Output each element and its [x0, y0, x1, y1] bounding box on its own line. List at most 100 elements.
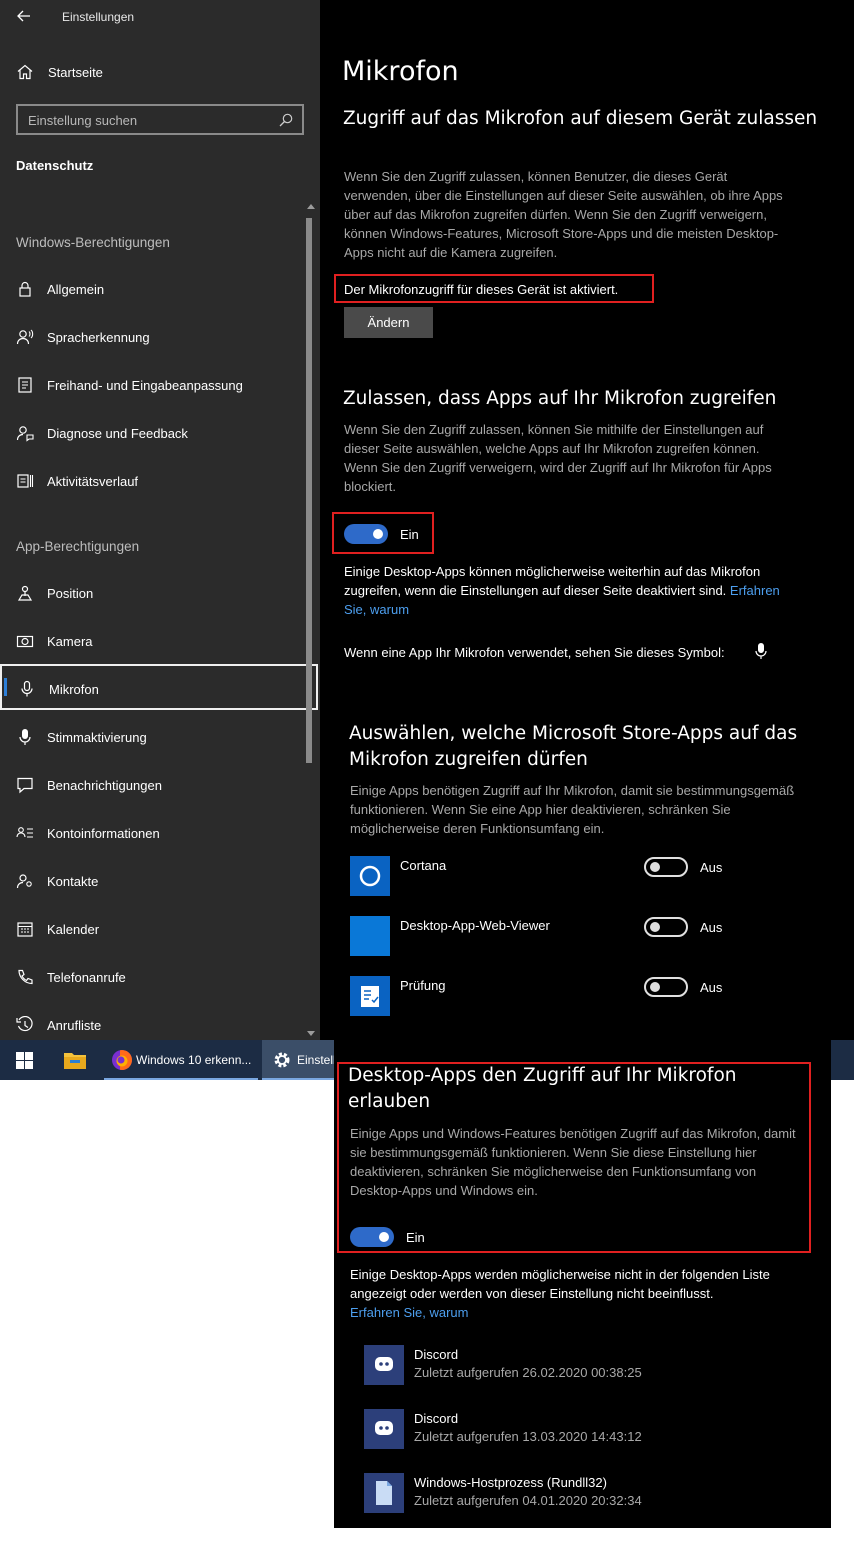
- sidebar-item-position[interactable]: Position: [0, 570, 318, 616]
- sidebar-item-kalender[interactable]: Kalender: [0, 906, 318, 952]
- firefox-taskbar-button[interactable]: Windows 10 erkenn...: [104, 1040, 258, 1080]
- settings-taskbar-button[interactable]: Einstell: [262, 1040, 336, 1080]
- file-explorer-icon: [64, 1053, 86, 1069]
- device-access-status: Der Mikrofonzugriff für dieses Gerät ist…: [344, 282, 619, 297]
- desktop-app-last-access: Zuletzt aufgerufen 26.02.2020 00:38:25: [414, 1365, 642, 1380]
- history-icon: [16, 472, 34, 490]
- account-info-icon: [16, 824, 34, 842]
- sidebar-item-label: Allgemein: [47, 282, 105, 297]
- pen-input-icon: [16, 376, 34, 394]
- sidebar-item-spracherkennung[interactable]: Spracherkennung: [0, 314, 318, 360]
- sidebar-item-stimmaktivierung[interactable]: Stimmaktivierung: [0, 714, 318, 760]
- sidebar-item-freihand[interactable]: Freihand- und Eingabeanpassung: [0, 362, 318, 408]
- notification-icon: [16, 776, 34, 794]
- sidebar-item-kontakte[interactable]: Kontakte: [0, 858, 318, 904]
- change-button[interactable]: Ändern: [344, 307, 433, 338]
- sidebar-item-label: Position: [47, 586, 94, 601]
- back-arrow-icon: [17, 10, 30, 22]
- store-app-toggle-label: Aus: [700, 860, 723, 875]
- file-explorer-button[interactable]: [52, 1040, 98, 1080]
- microphone-indicator-icon: [754, 642, 768, 660]
- app-access-note-text: Einige Desktop-Apps können möglicherweis…: [344, 564, 761, 598]
- desktop-app-name: Discord: [414, 1347, 459, 1362]
- document-icon: [364, 1473, 404, 1513]
- discord-icon: [364, 1409, 404, 1449]
- cortana-toggle[interactable]: [644, 857, 688, 877]
- scroll-down-arrow-icon[interactable]: [307, 1031, 315, 1036]
- discord-icon: [364, 1345, 404, 1385]
- store-app-name: Cortana: [400, 858, 447, 873]
- device-access-heading: Zugriff auf das Mikrofon auf diesem Gerä…: [343, 108, 818, 129]
- desktop-apps-toggle[interactable]: [350, 1227, 394, 1247]
- app-access-description: Wenn Sie den Zugriff zulassen, können Si…: [344, 422, 772, 494]
- web-viewer-icon: [350, 916, 390, 956]
- scrollbar-thumb[interactable]: [306, 218, 312, 763]
- call-history-icon: [16, 1015, 34, 1034]
- cortana-icon: [350, 856, 390, 896]
- desktop-app-last-access: Zuletzt aufgerufen 13.03.2020 14:43:12: [414, 1429, 642, 1444]
- window-title: Einstellungen: [62, 10, 135, 24]
- page-title: Mikrofon: [342, 56, 459, 87]
- store-app-name: Desktop-App-Web-Viewer: [400, 918, 550, 933]
- settings-search[interactable]: [16, 104, 304, 135]
- desktop-apps-heading: Desktop-Apps den Zugriff auf Ihr Mikrofo…: [348, 1065, 737, 1112]
- firefox-taskbar-label: Windows 10 erkenn...: [136, 1053, 252, 1067]
- sidebar-item-anrufliste[interactable]: Anrufliste: [0, 1002, 318, 1040]
- desktop-apps-toggle-label: Ein: [406, 1230, 425, 1245]
- sidebar-item-telefonanrufe[interactable]: Telefonanrufe: [0, 954, 318, 1000]
- pruefung-toggle[interactable]: [644, 977, 688, 997]
- sidebar-item-label: Stimmaktivierung: [47, 730, 147, 745]
- settings-sidebar: Einstellungen Startseite Datenschutz Win…: [0, 0, 320, 1040]
- start-button[interactable]: [0, 1040, 48, 1080]
- sidebar-scrollbar[interactable]: [304, 200, 318, 1040]
- web-viewer-toggle[interactable]: [644, 917, 688, 937]
- app-access-toggle-label: Ein: [400, 527, 419, 542]
- desktop-apps-note: Einige Desktop-Apps werden möglicherweis…: [350, 1265, 790, 1322]
- calendar-icon: [16, 920, 34, 938]
- scroll-up-arrow-icon[interactable]: [307, 204, 315, 209]
- store-apps-heading: Auswählen, welche Microsoft Store-Apps a…: [349, 723, 798, 770]
- sidebar-item-label: Anrufliste: [47, 1018, 102, 1033]
- store-app-toggle-label: Aus: [700, 980, 723, 995]
- sidebar-item-label: Aktivitätsverlauf: [47, 474, 139, 489]
- camera-icon: [16, 632, 34, 650]
- home-label: Startseite: [48, 65, 103, 80]
- desktop-apps-description: Einige Apps und Windows-Features benötig…: [350, 1126, 796, 1198]
- store-apps-description: Einige Apps benötigen Zugriff auf Ihr Mi…: [350, 783, 795, 836]
- desktop-apps-note-text: Einige Desktop-Apps werden möglicherweis…: [350, 1267, 770, 1301]
- home-icon: [16, 63, 34, 81]
- desktop-learn-why-link[interactable]: Erfahren Sie, warum: [350, 1305, 469, 1320]
- section-title: Datenschutz: [16, 158, 94, 173]
- microphone-icon: [18, 680, 36, 698]
- feedback-icon: [16, 424, 34, 442]
- sidebar-item-label: Diagnose und Feedback: [47, 426, 188, 441]
- settings-taskbar-label: Einstell: [297, 1053, 336, 1067]
- settings-content: Mikrofon Zugriff auf das Mikrofon auf di…: [320, 0, 854, 1040]
- sidebar-item-kamera[interactable]: Kamera: [0, 618, 318, 664]
- app-access-heading: Zulassen, dass Apps auf Ihr Mikrofon zug…: [343, 388, 777, 409]
- device-access-description: Wenn Sie den Zugriff zulassen, können Be…: [344, 169, 783, 260]
- location-icon: [16, 584, 34, 602]
- sidebar-item-benachrichtigungen[interactable]: Benachrichtigungen: [0, 762, 318, 808]
- sidebar-item-label: Mikrofon: [49, 682, 99, 697]
- sidebar-item-label: Benachrichtigungen: [47, 778, 162, 793]
- store-app-toggle-label: Aus: [700, 920, 723, 935]
- speech-icon: [16, 328, 34, 346]
- sidebar-item-diagnose[interactable]: Diagnose und Feedback: [0, 410, 318, 456]
- app-access-toggle[interactable]: [344, 524, 388, 544]
- desktop-app-last-access: Zuletzt aufgerufen 04.01.2020 20:32:34: [414, 1493, 642, 1508]
- firefox-icon: [112, 1050, 132, 1070]
- sidebar-item-label: Spracherkennung: [47, 330, 150, 345]
- search-input[interactable]: [28, 111, 268, 129]
- search-icon[interactable]: [278, 112, 294, 128]
- back-button[interactable]: [14, 6, 34, 26]
- sidebar-item-kontoinformationen[interactable]: Kontoinformationen: [0, 810, 318, 856]
- test-check-icon: [350, 976, 390, 1016]
- sidebar-home[interactable]: Startseite: [0, 56, 320, 90]
- sidebar-item-aktivitaetsverlauf[interactable]: Aktivitätsverlauf: [0, 458, 318, 504]
- phone-icon: [16, 968, 34, 986]
- sidebar-item-mikrofon[interactable]: Mikrofon: [0, 664, 318, 710]
- sidebar-item-allgemein[interactable]: Allgemein: [0, 266, 318, 312]
- group-header-windows: Windows-Berechtigungen: [16, 235, 170, 250]
- windows-start-icon: [16, 1052, 33, 1069]
